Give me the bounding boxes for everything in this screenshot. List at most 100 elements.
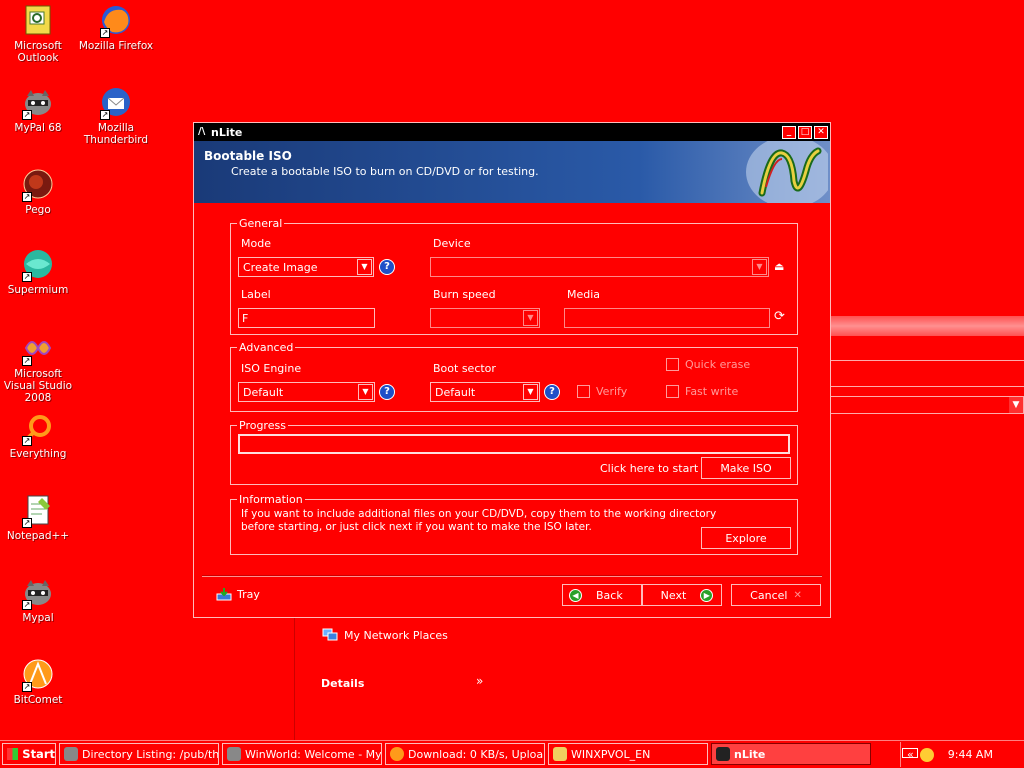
chevron-double-down-icon[interactable]: »: [476, 674, 483, 688]
burn-speed-select[interactable]: ▼: [430, 308, 540, 328]
desktop-icon-label: Everything: [9, 448, 67, 460]
network-places-label: My Network Places: [344, 628, 448, 642]
iso-engine-select[interactable]: Default ▼: [238, 382, 375, 402]
refresh-icon[interactable]: ⟳: [774, 309, 785, 324]
next-arrow-icon: ▶: [700, 588, 714, 602]
device-select[interactable]: ▼: [430, 257, 769, 277]
desktop-icon-label: Supermium: [7, 284, 69, 296]
cancel-icon: ✕: [793, 589, 802, 601]
label-label: Label: [241, 288, 271, 301]
iso-engine-help-icon[interactable]: ?: [379, 384, 395, 400]
chevron-down-icon: ▼: [752, 259, 767, 275]
desktop-icon-visual-studio[interactable]: ↗ Microsoft Visual Studio 2008: [0, 332, 78, 404]
tray-label: Tray: [237, 587, 260, 601]
taskbar-item-download[interactable]: Download: 0 KB/s, Uploa...: [385, 743, 545, 765]
chevron-down-icon: ▼: [1009, 397, 1023, 413]
burn-speed-label: Burn speed: [433, 288, 496, 301]
everything-icon: ↗: [22, 412, 54, 446]
desktop-icon-outlook[interactable]: Microsoft Outlook: [0, 4, 78, 64]
taskbar-item-label: Directory Listing: /pub/th...: [82, 747, 219, 761]
media-field[interactable]: [564, 308, 770, 328]
pego-icon: ↗: [22, 168, 54, 202]
folder-icon: [553, 747, 567, 761]
back-button[interactable]: ◀ Back: [562, 584, 642, 606]
desktop-icon-firefox[interactable]: ↗ Mozilla Firefox: [76, 4, 156, 52]
background-divider: [830, 386, 1024, 387]
desktop-icon-pego[interactable]: ↗ Pego: [0, 168, 78, 216]
cancel-button[interactable]: Cancel ✕: [731, 584, 821, 606]
label-input[interactable]: F: [238, 308, 375, 328]
tray-button[interactable]: Tray: [216, 587, 260, 601]
maximize-button[interactable]: □: [798, 125, 812, 139]
verify-checkbox[interactable]: Verify: [577, 385, 627, 398]
nlite-logo-icon: [746, 141, 828, 203]
desktop-icon-label: BitComet: [13, 694, 63, 706]
chevron-down-icon: ▼: [523, 310, 538, 326]
fast-write-label: Fast write: [685, 385, 739, 398]
explore-button[interactable]: Explore: [701, 527, 791, 549]
fast-write-checkbox[interactable]: Fast write: [666, 385, 738, 398]
desktop-icon-notepadpp[interactable]: ↗ Notepad++: [0, 494, 78, 542]
desktop-icon-supermium[interactable]: ↗ Supermium: [0, 248, 78, 296]
label-input-value: F: [242, 312, 249, 325]
taskbar-item-winxpvol[interactable]: WINXPVOL_EN: [548, 743, 708, 765]
desktop-icon-mypal68[interactable]: ↗ MyPal 68: [0, 86, 78, 134]
general-legend: General: [239, 217, 283, 230]
supermium-icon: ↗: [22, 248, 54, 282]
cancel-label: Cancel: [750, 588, 788, 602]
background-dropdown[interactable]: ▼: [828, 396, 1024, 414]
make-iso-button[interactable]: Make ISO: [701, 457, 791, 479]
make-iso-label: Make ISO: [720, 461, 772, 475]
tray-icon: [216, 588, 232, 601]
minimize-button[interactable]: _: [782, 125, 796, 139]
desktop-icon-bitcomet[interactable]: ↗ BitComet: [0, 658, 78, 706]
notepadpp-icon: ↗: [22, 494, 54, 528]
background-window-bar: [830, 316, 1024, 336]
keyboard-icon[interactable]: [902, 748, 918, 758]
taskbar-item-winworld[interactable]: WinWorld: Welcome - My...: [222, 743, 382, 765]
background-explorer-window: [294, 600, 1024, 740]
checkbox-box: [666, 385, 679, 398]
information-text-line2: before starting, or just click next if y…: [241, 521, 592, 533]
desktop-icon-thunderbird[interactable]: ↗ Mozilla Thunderbird: [76, 86, 156, 146]
start-hint: Click here to start ->: [600, 462, 715, 475]
desktop-icon-label: Mozilla Firefox: [78, 40, 154, 52]
desktop-icon-everything[interactable]: ↗ Everything: [0, 412, 78, 460]
explore-label: Explore: [725, 531, 767, 545]
windows-logo-icon: [7, 748, 19, 760]
desktop-icon-label: Microsoft Visual Studio 2008: [3, 368, 73, 404]
taskbar-item-label: nLite: [734, 747, 766, 761]
bitcomet-icon: [390, 747, 404, 761]
taskbar-item-nlite[interactable]: nLite: [711, 743, 871, 765]
title-bar[interactable]: /\ nLite _ □ ✕: [194, 123, 830, 141]
desktop-icon-label: Mypal: [22, 612, 54, 624]
mode-select[interactable]: Create Image ▼: [238, 257, 374, 277]
window-title: nLite: [211, 125, 243, 139]
checkbox-box: [577, 385, 590, 398]
network-tray-icon[interactable]: [919, 747, 934, 762]
start-button[interactable]: Start: [2, 743, 56, 765]
back-label: Back: [596, 588, 623, 602]
mode-help-icon[interactable]: ?: [379, 259, 395, 275]
next-button[interactable]: Next ▶: [642, 584, 722, 606]
clock[interactable]: 9:44 AM: [948, 748, 993, 761]
desktop-icon-mypal[interactable]: ↗ Mypal: [0, 576, 78, 624]
network-places-link[interactable]: My Network Places: [322, 628, 448, 642]
progress-legend: Progress: [239, 419, 286, 432]
taskbar-item-label: WINXPVOL_EN: [571, 747, 651, 761]
desktop-icon-label: MyPal 68: [14, 122, 62, 134]
boot-sector-select[interactable]: Default ▼: [430, 382, 540, 402]
footer-separator: [202, 575, 822, 577]
advanced-legend: Advanced: [239, 341, 294, 354]
quick-erase-checkbox[interactable]: Quick erase: [666, 358, 750, 371]
close-button[interactable]: ✕: [814, 125, 828, 139]
chevron-down-icon: ▼: [357, 259, 372, 275]
desktop-icon-label: Notepad++: [6, 530, 70, 542]
eject-icon[interactable]: ⏏: [774, 260, 784, 273]
verify-label: Verify: [596, 385, 628, 398]
boot-sector-help-icon[interactable]: ?: [544, 384, 560, 400]
taskbar-item-directory-listing[interactable]: Directory Listing: /pub/th...: [59, 743, 219, 765]
chevron-down-icon: ▼: [358, 384, 373, 400]
browser-icon: [64, 747, 78, 761]
outlook-icon: [22, 4, 54, 36]
